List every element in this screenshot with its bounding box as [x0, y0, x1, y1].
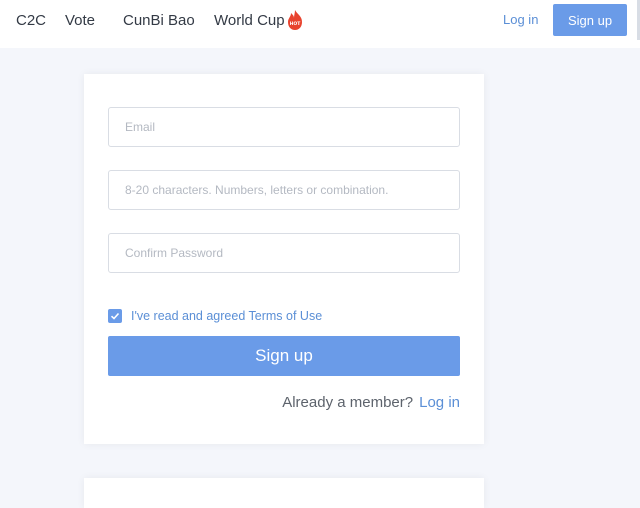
nav-link-cunbi-bao[interactable]: CunBi Bao	[123, 12, 195, 30]
hot-badge-text: HOT	[290, 21, 302, 27]
email-input[interactable]	[108, 107, 460, 147]
secondary-card	[84, 478, 484, 508]
check-icon	[110, 312, 120, 320]
confirm-password-input[interactable]	[108, 233, 460, 273]
login-link[interactable]: Log in	[503, 12, 538, 28]
already-member-text: Already a member?	[282, 394, 414, 411]
nav-link-world-cup[interactable]: World Cup	[214, 12, 285, 30]
agree-terms-row: I've read and agreed Terms of Use	[108, 308, 322, 324]
agree-checkbox[interactable]	[108, 309, 122, 323]
top-nav-bar: C2C Vote CunBi Bao World Cup HOT Log in …	[0, 0, 640, 48]
already-member-row: Already a member? Log in	[282, 394, 460, 411]
terms-of-use-link[interactable]: I've read and agreed Terms of Use	[131, 309, 322, 323]
signup-card: I've read and agreed Terms of Use Sign u…	[84, 74, 484, 444]
nav-link-c2c[interactable]: C2C	[16, 12, 46, 30]
hot-flame-icon: HOT	[288, 10, 302, 30]
password-input[interactable]	[108, 170, 460, 210]
signup-submit-button[interactable]: Sign up	[108, 336, 460, 376]
signup-header-button[interactable]: Sign up	[553, 4, 627, 36]
nav-link-vote[interactable]: Vote	[65, 12, 95, 30]
member-login-link[interactable]: Log in	[419, 394, 460, 411]
